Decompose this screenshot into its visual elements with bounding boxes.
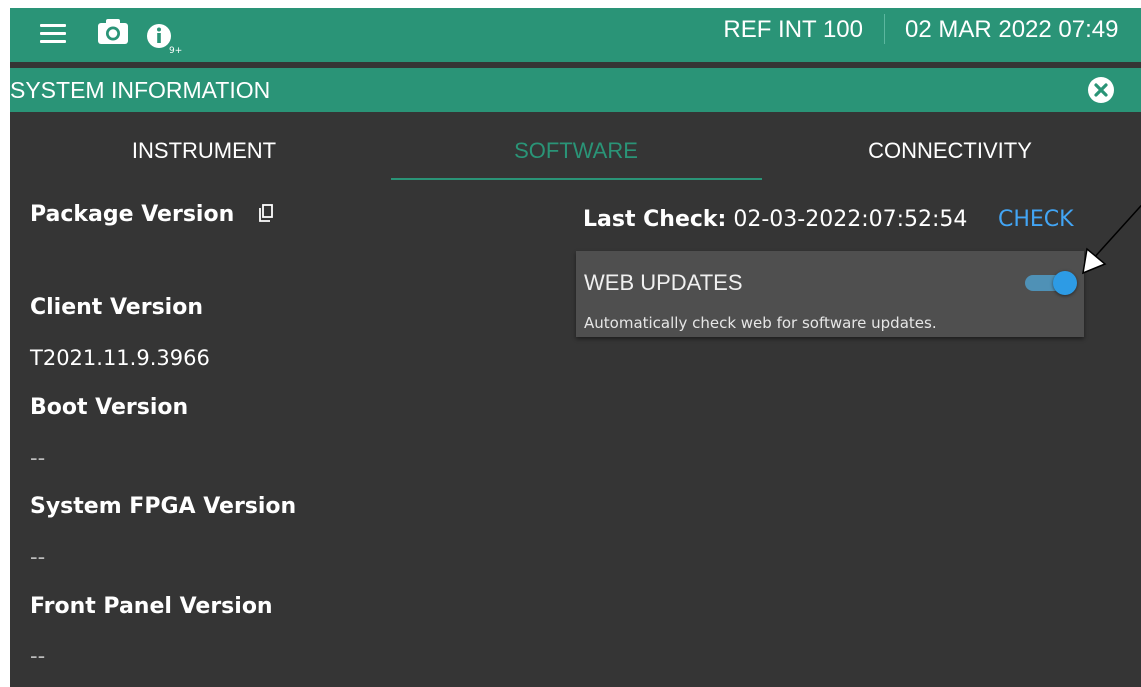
client-version-value: T2021.11.9.3966: [30, 346, 210, 370]
last-check-row: Last Check: 02-03-2022:07:52:54: [583, 206, 967, 234]
tab-connectivity[interactable]: CONNECTIVITY: [770, 136, 1130, 166]
package-version-label: Package Version: [30, 202, 235, 227]
status-bar: 9+ REF INT 100 02 MAR 2022 07:49: [10, 8, 1141, 62]
system-fpga-version-value: --: [30, 545, 46, 569]
tab-software[interactable]: SOFTWARE: [390, 136, 762, 166]
last-check-label: Last Check:: [583, 207, 727, 232]
boot-version-label: Boot Version: [30, 395, 189, 420]
tab-instrument[interactable]: INSTRUMENT: [50, 136, 358, 166]
datetime-display: 02 MAR 2022 07:49: [905, 16, 1119, 43]
system-fpga-version-label: System FPGA Version: [30, 494, 297, 519]
front-panel-version-label: Front Panel Version: [30, 594, 273, 619]
notification-badge: 9+: [169, 46, 183, 56]
callout-arrow-icon: [1082, 204, 1141, 275]
check-button[interactable]: CHECK: [998, 206, 1074, 234]
status-separator: [884, 14, 885, 44]
camera-icon[interactable]: [97, 18, 129, 46]
web-updates-title: WEB UPDATES: [584, 270, 743, 295]
web-updates-description: Automatically check web for software upd…: [584, 314, 937, 332]
app-screen: 9+ REF INT 100 02 MAR 2022 07:49 SYSTEM …: [10, 8, 1141, 687]
front-panel-version-value: --: [30, 644, 46, 668]
dialog-title: SYSTEM INFORMATION: [10, 77, 271, 103]
close-icon[interactable]: [1087, 76, 1115, 104]
client-version-label: Client Version: [30, 295, 203, 320]
web-updates-card: WEB UPDATES Automatically check web for …: [576, 251, 1084, 337]
boot-version-value: --: [30, 446, 46, 470]
menu-icon[interactable]: [40, 22, 68, 44]
copy-icon[interactable]: [258, 204, 276, 224]
reference-status: REF INT 100: [723, 16, 863, 43]
active-tab-indicator: [391, 178, 762, 180]
last-check-value: 02-03-2022:07:52:54: [733, 207, 968, 232]
dialog-title-bar: SYSTEM INFORMATION: [10, 68, 1141, 112]
